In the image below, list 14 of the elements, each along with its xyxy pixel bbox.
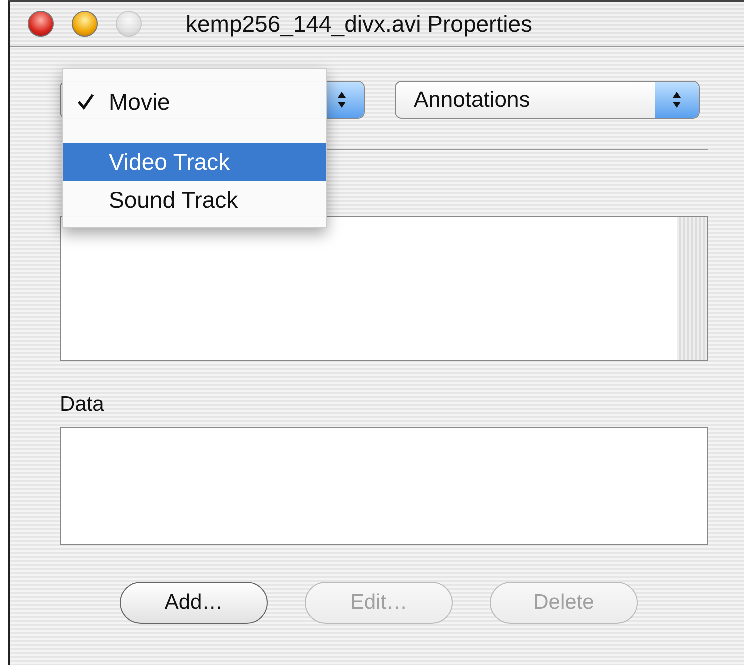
data-field[interactable]	[60, 427, 708, 545]
menu-item[interactable]: Video Track	[63, 143, 326, 181]
menu-item[interactable]: Movie	[63, 83, 326, 121]
data-label: Data	[60, 393, 104, 417]
close-button[interactable]	[28, 11, 54, 37]
checkmark-icon	[77, 93, 95, 111]
popup-button[interactable]: Annotations	[395, 81, 700, 119]
menu-item[interactable]: Sound Track	[63, 181, 326, 219]
action-button[interactable]: Add…	[120, 582, 268, 624]
properties-list[interactable]	[60, 216, 708, 361]
window-title: kemp256_144_divx.avi Properties	[186, 10, 532, 38]
scroll-bar[interactable]	[677, 217, 707, 360]
minimize-button[interactable]	[72, 11, 98, 37]
stepper-arrows-icon	[655, 82, 699, 118]
